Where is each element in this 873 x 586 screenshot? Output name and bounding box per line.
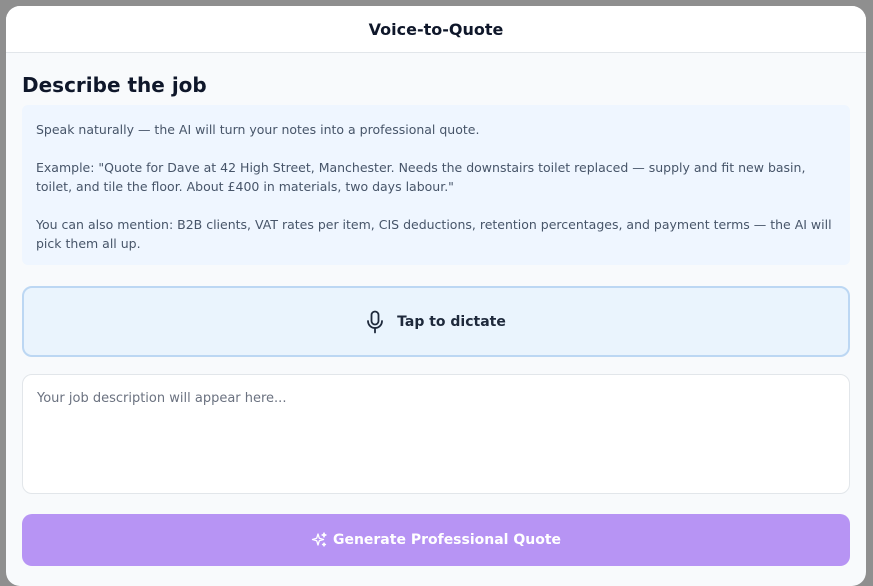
sparkles-icon (311, 532, 327, 547)
generate-quote-button[interactable]: Generate Professional Quote (22, 514, 850, 566)
dialog-body: Describe the job Speak naturally — the A… (6, 53, 866, 566)
voice-to-quote-dialog: Voice-to-Quote Describe the job Speak na… (6, 6, 866, 586)
microphone-icon (367, 310, 384, 333)
instructions-box: Speak naturally — the AI will turn your … (22, 105, 850, 265)
job-description-input[interactable] (22, 374, 850, 494)
instructions-intro: Speak naturally — the AI will turn your … (36, 122, 480, 137)
generate-quote-label: Generate Professional Quote (332, 532, 562, 548)
dictate-label: Tap to dictate (397, 313, 506, 330)
section-title: Describe the job (22, 73, 207, 97)
dictate-button[interactable]: Tap to dictate (22, 286, 850, 357)
instructions-example: Example: "Quote for Dave at 42 High Stre… (36, 160, 806, 194)
dialog-header: Voice-to-Quote (6, 6, 866, 53)
dialog-title: Voice-to-Quote (368, 19, 504, 39)
instructions-tips: You can also mention: B2B clients, VAT r… (36, 217, 832, 251)
